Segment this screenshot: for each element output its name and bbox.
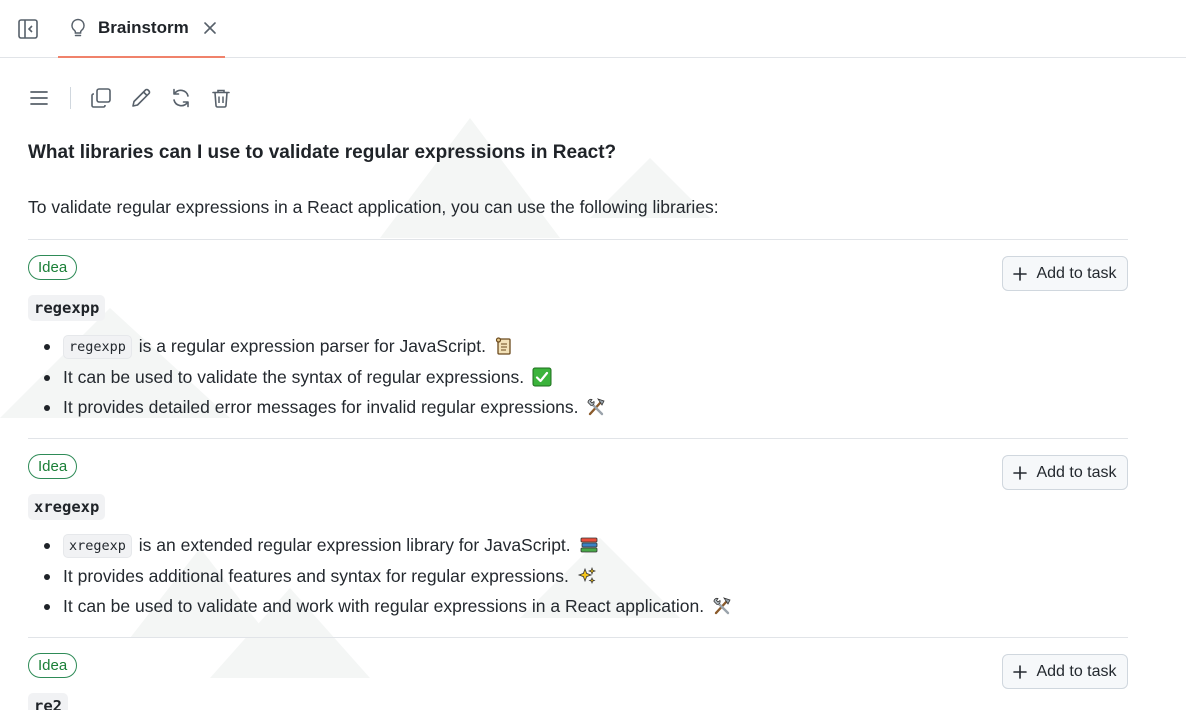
trash-icon [212, 89, 230, 108]
plus-icon [1013, 266, 1028, 281]
idea-badge: Idea [28, 454, 78, 479]
answer-intro: To validate regular expressions in a Rea… [28, 197, 719, 217]
menu-icon [30, 91, 48, 105]
library-name: regexpp [28, 295, 106, 321]
add-to-task-button[interactable]: Add to task [1002, 256, 1128, 291]
idea-card: Idea Add to task xregexp xregexp is an e… [28, 454, 1128, 652]
plus-icon [1013, 465, 1028, 480]
idea-bullets: regexpp is a regular expression parser f… [28, 331, 606, 423]
books-icon [580, 537, 597, 553]
inline-code: xregexp [63, 534, 132, 558]
idea-badge: Idea [28, 255, 78, 280]
divider [28, 239, 1128, 240]
tab-bar: Brainstorm [0, 0, 1186, 58]
toolbar-separator [70, 87, 71, 109]
delete-button[interactable] [210, 87, 232, 109]
menu-button[interactable] [28, 87, 50, 109]
inline-code: regexpp [63, 335, 132, 359]
add-to-task-label: Add to task [1036, 463, 1117, 481]
tools-icon [587, 398, 605, 416]
idea-card: Idea Add to task regexpp regexpp is a re… [28, 255, 1128, 453]
scroll-icon [495, 337, 511, 355]
lightbulb-icon [68, 18, 88, 38]
idea-bullets: xregexp is an extended regular expressio… [28, 530, 732, 622]
plus-icon [1013, 664, 1028, 679]
tab-brainstorm[interactable]: Brainstorm [58, 0, 225, 58]
question-heading: What libraries can I use to validate reg… [28, 142, 617, 163]
close-icon[interactable] [201, 19, 219, 37]
sidebar-toggle-icon [18, 19, 38, 39]
add-to-task-button[interactable]: Add to task [1002, 455, 1128, 490]
tab-label: Brainstorm [98, 18, 189, 37]
library-name: re2 [28, 693, 68, 710]
divider [28, 438, 1128, 439]
check-mark-icon [532, 367, 552, 386]
sidebar-toggle-button[interactable] [16, 17, 40, 41]
copy-button[interactable] [90, 87, 112, 109]
message-toolbar [28, 86, 232, 110]
regenerate-button[interactable] [170, 87, 192, 109]
add-to-task-label: Add to task [1036, 662, 1117, 680]
idea-card: Idea Add to task re2 [28, 653, 1128, 710]
idea-badge: Idea [28, 653, 78, 678]
list-item: It provides detailed error messages for … [28, 392, 606, 423]
add-to-task-label: Add to task [1036, 264, 1117, 282]
edit-button[interactable] [130, 87, 152, 109]
list-item: It provides additional features and synt… [28, 561, 732, 592]
tools-icon [713, 597, 731, 615]
copy-icon [91, 88, 111, 108]
refresh-icon [173, 88, 189, 108]
divider [28, 637, 1128, 638]
list-item: xregexp is an extended regular expressio… [28, 530, 732, 561]
library-name: xregexp [28, 494, 106, 520]
add-to-task-button[interactable]: Add to task [1002, 654, 1128, 689]
sparkles-icon [577, 566, 596, 584]
list-item: regexpp is a regular expression parser f… [28, 331, 606, 362]
list-item: It can be used to validate the syntax of… [28, 362, 606, 393]
edit-icon [132, 88, 151, 107]
brainstorm-content: What libraries can I use to validate reg… [0, 58, 1186, 710]
list-item: It can be used to validate and work with… [28, 591, 732, 622]
